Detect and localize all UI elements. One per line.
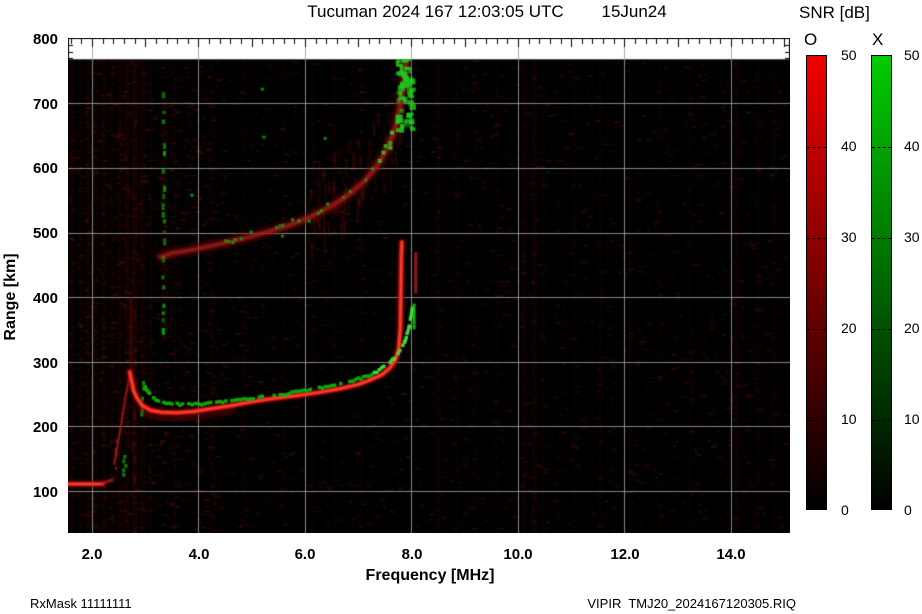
y-tick-label: 500: [32, 225, 58, 242]
colorbar-o-tick-label: 10: [841, 411, 857, 427]
x-tick-label: 2.0: [81, 546, 103, 563]
x-tick-label: 12.0: [610, 546, 640, 563]
colorbar-x-tick-label: 0: [904, 502, 912, 518]
y-tick-label: 700: [32, 96, 58, 113]
x-tick-label: 4.0: [188, 546, 210, 563]
y-tick-label: 800: [32, 31, 58, 48]
colorbar-tick-dash: [872, 147, 891, 148]
colorbar-tick-dash: [872, 238, 891, 239]
x-tick-label: 8.0: [401, 546, 423, 563]
plot-title: Tucuman 2024 167 12:03:05 UTC 15Jun24: [307, 2, 667, 21]
colorbar-x-tick-label: 20: [904, 320, 920, 336]
colorbar-tick-dash: [872, 420, 891, 421]
colorbar-x-gradient: [871, 55, 892, 510]
colorbar-title: SNR [dB]: [799, 3, 870, 22]
ionogram-page: Tucuman 2024 167 12:03:05 UTC 15Jun24 Ra…: [0, 0, 922, 614]
colorbar-x-mode-label: X: [872, 30, 884, 49]
colorbar-o-tick-label: 50: [841, 47, 857, 63]
colorbar-x-tick-label: 50: [904, 47, 920, 63]
colorbar-o-gradient: [806, 55, 827, 510]
rxmask-text: RxMask 11111111: [30, 596, 132, 611]
source-file-text: VIPIR TMJ20_2024167120305.RIQ: [587, 596, 796, 611]
y-tick-label: 200: [32, 419, 58, 436]
y-tick-label: 400: [32, 290, 58, 307]
colorbar-o-tick-label: 0: [841, 502, 849, 518]
colorbar-o-tick-label: 30: [841, 229, 857, 245]
colorbar-x-tick-label: 40: [904, 138, 920, 154]
colorbar-x-tick-label: 10: [904, 411, 920, 427]
x-axis-label: Frequency [MHz]: [365, 567, 495, 584]
y-tick-label: 600: [32, 160, 58, 177]
x-tick-label: 14.0: [716, 546, 746, 563]
colorbar-tick-dash: [872, 329, 891, 330]
y-tick-label: 100: [32, 484, 58, 501]
colorbar-tick-dash: [807, 329, 826, 330]
colorbar-x-tick-label: 30: [904, 229, 920, 245]
colorbar-tick-dash: [807, 420, 826, 421]
colorbar-tick-dash: [807, 238, 826, 239]
colorbar-o-mode-label: O: [804, 30, 818, 49]
colorbar-o-tick-label: 20: [841, 320, 857, 336]
x-tick-label: 10.0: [503, 546, 533, 563]
y-tick-label: 300: [32, 355, 58, 372]
colorbar-o-tick-label: 40: [841, 138, 857, 154]
x-tick-label: 6.0: [294, 546, 316, 563]
ionogram-plot: [68, 38, 790, 533]
colorbar-tick-dash: [807, 147, 826, 148]
